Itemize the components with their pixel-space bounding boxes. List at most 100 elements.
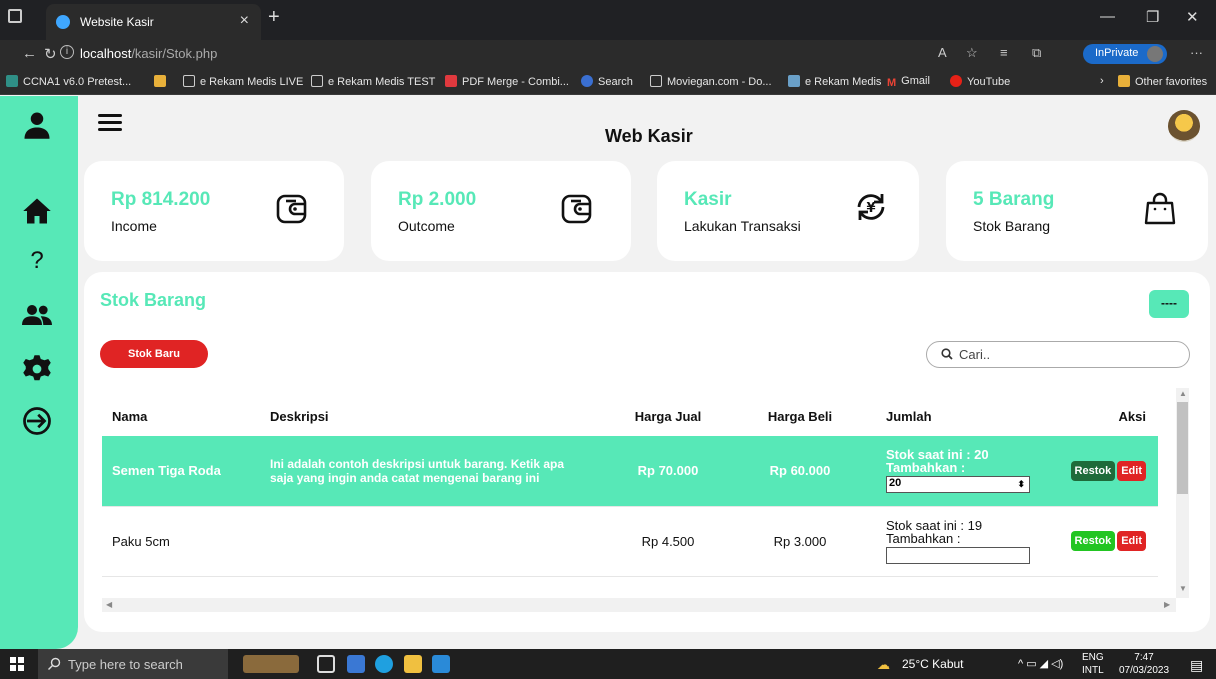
vertical-scrollbar[interactable]: ▲ ▼ [1176,388,1189,598]
favorite-label: Moviegan.com - Do... [667,76,772,88]
tab-title: Website Kasir [80,15,154,29]
stok-barang-card[interactable]: 5 Barang Stok Barang [946,161,1208,261]
favorite-item[interactable]: M Gmail [887,75,930,89]
favorite-item[interactable]: CCNA1 v6.0 Pretest... [6,75,131,88]
favorite-item[interactable]: YouTube [950,75,1010,88]
back-icon[interactable]: ← [22,45,37,62]
scroll-down-icon[interactable]: ▼ [1179,584,1187,593]
restock-button[interactable]: Restok [1070,460,1116,481]
task-view-icon[interactable] [317,655,335,673]
outcome-card: Rp 2.000 Outcome [371,161,631,261]
search-highlight-image[interactable] [243,655,299,673]
stock-table-container: Nama Deskripsi Harga Jual Harga Beli Jum… [102,388,1175,588]
language-layout: INTL [1082,665,1104,676]
scroll-right-icon[interactable]: ▶ [1164,600,1170,609]
tab-actions-icon[interactable] [8,9,22,23]
taskbar-search[interactable]: Type here to search [38,649,228,679]
favorite-item[interactable]: Search [581,75,633,88]
favorites-list-icon[interactable]: ≡ [1000,45,1008,60]
refresh-icon[interactable]: ↻ [44,45,57,63]
cell-nama: Semen Tiga Roda [102,436,270,507]
url-path: /kasir/Stok.php [131,46,218,61]
scroll-up-icon[interactable]: ▲ [1179,389,1187,398]
weather-text[interactable]: 25°C Kabut [902,657,964,671]
search-input[interactable]: Cari.. [926,341,1190,368]
more-menu-icon[interactable]: ··· [1190,45,1203,60]
stock-table: Nama Deskripsi Harga Jual Harga Beli Jum… [102,388,1158,577]
edit-button[interactable]: Edit [1117,531,1146,551]
table-row[interactable]: Paku 5cm Rp 4.500 Rp 3.000 Stok saat ini… [102,506,1158,577]
new-tab-button[interactable]: + [268,6,280,29]
url-field[interactable]: localhost/kasir/Stok.php [80,46,217,61]
mail-icon [154,75,166,87]
window-close-icon[interactable]: ✕ [1186,8,1199,26]
users-icon[interactable] [22,300,52,330]
favorite-item[interactable]: e Rekam Medis [788,75,881,88]
restore-icon[interactable]: ❐ [1146,8,1159,26]
card-value: 5 Barang [973,189,1055,210]
favorite-item[interactable] [154,75,171,88]
favorite-label: e Rekam Medis TEST [328,76,436,88]
other-favorites-label: Other favorites [1135,76,1208,88]
favorite-label: CCNA1 v6.0 Pretest... [23,76,132,88]
edit-button[interactable]: Edit [1117,460,1146,481]
new-stock-button[interactable]: Stok Baru [100,340,208,368]
scroll-left-icon[interactable]: ◀ [106,600,112,609]
tab-close-icon[interactable]: × [240,12,249,30]
card-label: Lakukan Transaksi [684,218,801,234]
scrollbar-thumb[interactable] [1177,402,1188,494]
shopping-bag-icon [1144,192,1176,225]
table-header-row: Nama Deskripsi Harga Jual Harga Beli Jum… [102,388,1158,436]
page-icon [183,75,195,87]
table-row[interactable]: Semen Tiga Roda Ini adalah contoh deskri… [102,436,1158,507]
file-explorer-icon[interactable] [404,655,422,673]
favorite-item[interactable]: e Rekam Medis LIVE [183,75,303,88]
favorite-star-icon[interactable]: ☆ [966,45,978,61]
info-icon[interactable]: i [60,45,74,59]
currency-exchange-icon: ¥ [857,194,885,220]
logout-icon[interactable] [22,406,52,436]
address-bar: ← ↻ i localhost/kasir/Stok.php A ☆ ≡ ⧉ I… [0,40,1216,68]
user-icon[interactable] [22,110,52,140]
minimize-icon[interactable]: — [1100,8,1115,25]
search-icon [941,348,953,360]
store-icon[interactable] [347,655,365,673]
url-host: localhost [80,46,132,61]
rekam-icon [788,75,800,87]
home-icon[interactable] [22,196,52,226]
language-indicator[interactable]: ENG INTL [1082,651,1104,677]
spinner-arrows-icon[interactable]: ⬍ [1017,478,1025,491]
favorites-overflow-icon[interactable]: › [1100,75,1104,87]
help-icon[interactable]: ? [22,246,52,276]
add-label: Tambahkan : [886,530,961,546]
favorite-item[interactable]: PDF Merge - Combi... [445,75,569,88]
read-aloud-icon[interactable]: A [938,45,947,60]
windows-taskbar: Type here to search ☁ 25°C Kabut ^ ▭ ◢ ◁… [0,649,1216,679]
kasir-card[interactable]: Kasir Lakukan Transaksi ¥ [657,161,919,261]
restock-button[interactable]: Restok [1070,531,1116,551]
settings-gear-icon[interactable] [22,354,52,384]
card-label: Stok Barang [973,218,1051,234]
collections-icon[interactable]: ⧉ [1032,45,1041,61]
edge-icon[interactable] [375,655,393,673]
other-favorites[interactable]: Other favorites [1118,75,1207,88]
favorite-item[interactable]: Moviegan.com - Do... [650,75,772,88]
quantity-stepper[interactable] [886,546,1030,564]
browser-tab[interactable]: Website Kasir × [46,4,261,40]
horizontal-scrollbar[interactable]: ◀ ▶ [102,598,1176,612]
clock[interactable]: 7:47 07/03/2023 [1116,651,1172,677]
description-text: Ini adalah contoh deskripsi untuk barang… [270,456,565,485]
avatar[interactable] [1168,110,1200,142]
system-tray-icons[interactable]: ^ ▭ ◢ ◁) [1018,657,1063,670]
hamburger-menu-icon[interactable] [98,114,124,134]
vscode-icon[interactable] [432,655,450,673]
favorite-item[interactable]: e Rekam Medis TEST [311,75,435,88]
cell-deskripsi [270,506,602,577]
cell-jumlah: Stok saat ini : 20 Tambahkan : 20 ⬍ [866,436,1066,507]
options-button[interactable]: ---- [1149,290,1189,318]
cell-aksi: Restok Edit [1066,506,1158,577]
inprivate-badge[interactable]: InPrivate [1083,44,1167,64]
quantity-stepper[interactable]: 20 ⬍ [886,476,1030,494]
notification-icon[interactable]: ▤ [1190,657,1203,674]
windows-start-icon[interactable] [10,657,24,671]
